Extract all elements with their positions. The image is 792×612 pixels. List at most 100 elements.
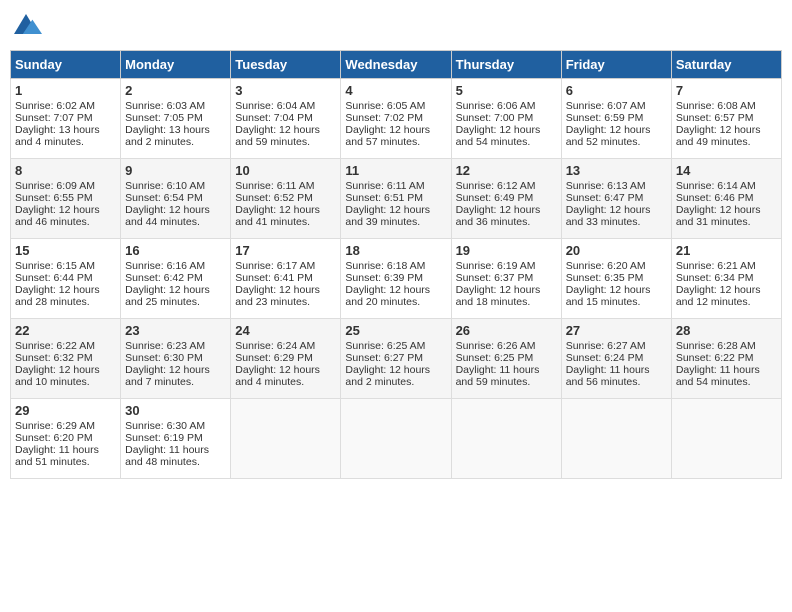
table-row: 15 Sunrise: 6:15 AM Sunset: 6:44 PM Dayl… (11, 239, 121, 319)
table-row: 7 Sunrise: 6:08 AM Sunset: 6:57 PM Dayli… (671, 79, 781, 159)
sunrise-label: Sunrise: 6:05 AM (345, 100, 425, 112)
day-number: 13 (566, 163, 667, 178)
table-row (561, 399, 671, 479)
sunset-label: Sunset: 6:54 PM (125, 192, 203, 204)
daylight-label: Daylight: 12 hours and 25 minutes. (125, 284, 210, 308)
table-row: 28 Sunrise: 6:28 AM Sunset: 6:22 PM Dayl… (671, 319, 781, 399)
table-row: 9 Sunrise: 6:10 AM Sunset: 6:54 PM Dayli… (121, 159, 231, 239)
day-number: 25 (345, 323, 446, 338)
calendar-week-row: 29 Sunrise: 6:29 AM Sunset: 6:20 PM Dayl… (11, 399, 782, 479)
daylight-label: Daylight: 12 hours and 18 minutes. (456, 284, 541, 308)
sunset-label: Sunset: 6:39 PM (345, 272, 423, 284)
daylight-label: Daylight: 11 hours and 54 minutes. (676, 364, 760, 388)
daylight-label: Daylight: 12 hours and 49 minutes. (676, 124, 761, 148)
sunrise-label: Sunrise: 6:26 AM (456, 340, 536, 352)
daylight-label: Daylight: 13 hours and 2 minutes. (125, 124, 210, 148)
day-number: 17 (235, 243, 336, 258)
sunset-label: Sunset: 6:25 PM (456, 352, 534, 364)
sunrise-label: Sunrise: 6:11 AM (235, 180, 314, 192)
sunset-label: Sunset: 6:24 PM (566, 352, 644, 364)
day-number: 28 (676, 323, 777, 338)
sunset-label: Sunset: 6:27 PM (345, 352, 423, 364)
table-row: 12 Sunrise: 6:12 AM Sunset: 6:49 PM Dayl… (451, 159, 561, 239)
calendar-week-row: 15 Sunrise: 6:15 AM Sunset: 6:44 PM Dayl… (11, 239, 782, 319)
sunset-label: Sunset: 6:46 PM (676, 192, 754, 204)
sunset-label: Sunset: 7:00 PM (456, 112, 534, 124)
table-row: 8 Sunrise: 6:09 AM Sunset: 6:55 PM Dayli… (11, 159, 121, 239)
sunset-label: Sunset: 6:42 PM (125, 272, 203, 284)
sunrise-label: Sunrise: 6:25 AM (345, 340, 425, 352)
daylight-label: Daylight: 12 hours and 31 minutes. (676, 204, 761, 228)
daylight-label: Daylight: 12 hours and 39 minutes. (345, 204, 430, 228)
day-number: 18 (345, 243, 446, 258)
sunrise-label: Sunrise: 6:04 AM (235, 100, 315, 112)
table-row (341, 399, 451, 479)
sunrise-label: Sunrise: 6:14 AM (676, 180, 756, 192)
sunset-label: Sunset: 6:20 PM (15, 432, 93, 444)
daylight-label: Daylight: 12 hours and 20 minutes. (345, 284, 430, 308)
table-row: 16 Sunrise: 6:16 AM Sunset: 6:42 PM Dayl… (121, 239, 231, 319)
col-friday: Friday (561, 51, 671, 79)
table-row: 29 Sunrise: 6:29 AM Sunset: 6:20 PM Dayl… (11, 399, 121, 479)
sunrise-label: Sunrise: 6:03 AM (125, 100, 205, 112)
daylight-label: Daylight: 13 hours and 4 minutes. (15, 124, 100, 148)
sunrise-label: Sunrise: 6:08 AM (676, 100, 756, 112)
table-row (671, 399, 781, 479)
daylight-label: Daylight: 12 hours and 41 minutes. (235, 204, 320, 228)
day-number: 19 (456, 243, 557, 258)
daylight-label: Daylight: 12 hours and 7 minutes. (125, 364, 210, 388)
day-number: 7 (676, 83, 777, 98)
day-number: 23 (125, 323, 226, 338)
day-number: 12 (456, 163, 557, 178)
page-header (10, 10, 782, 42)
daylight-label: Daylight: 12 hours and 44 minutes. (125, 204, 210, 228)
table-row: 24 Sunrise: 6:24 AM Sunset: 6:29 PM Dayl… (231, 319, 341, 399)
day-number: 2 (125, 83, 226, 98)
day-number: 14 (676, 163, 777, 178)
sunrise-label: Sunrise: 6:13 AM (566, 180, 646, 192)
sunset-label: Sunset: 6:57 PM (676, 112, 754, 124)
calendar-week-row: 22 Sunrise: 6:22 AM Sunset: 6:32 PM Dayl… (11, 319, 782, 399)
daylight-label: Daylight: 11 hours and 48 minutes. (125, 444, 209, 468)
day-number: 10 (235, 163, 336, 178)
calendar-week-row: 8 Sunrise: 6:09 AM Sunset: 6:55 PM Dayli… (11, 159, 782, 239)
sunrise-label: Sunrise: 6:10 AM (125, 180, 205, 192)
sunset-label: Sunset: 6:29 PM (235, 352, 313, 364)
col-wednesday: Wednesday (341, 51, 451, 79)
sunset-label: Sunset: 6:47 PM (566, 192, 644, 204)
sunrise-label: Sunrise: 6:12 AM (456, 180, 536, 192)
day-number: 1 (15, 83, 116, 98)
sunset-label: Sunset: 6:51 PM (345, 192, 423, 204)
sunrise-label: Sunrise: 6:06 AM (456, 100, 536, 112)
sunset-label: Sunset: 6:32 PM (15, 352, 93, 364)
table-row: 30 Sunrise: 6:30 AM Sunset: 6:19 PM Dayl… (121, 399, 231, 479)
table-row: 27 Sunrise: 6:27 AM Sunset: 6:24 PM Dayl… (561, 319, 671, 399)
sunrise-label: Sunrise: 6:28 AM (676, 340, 756, 352)
table-row: 20 Sunrise: 6:20 AM Sunset: 6:35 PM Dayl… (561, 239, 671, 319)
day-number: 29 (15, 403, 116, 418)
table-row: 10 Sunrise: 6:11 AM Sunset: 6:52 PM Dayl… (231, 159, 341, 239)
day-number: 22 (15, 323, 116, 338)
daylight-label: Daylight: 12 hours and 23 minutes. (235, 284, 320, 308)
sunset-label: Sunset: 6:52 PM (235, 192, 313, 204)
daylight-label: Daylight: 12 hours and 33 minutes. (566, 204, 651, 228)
sunrise-label: Sunrise: 6:16 AM (125, 260, 205, 272)
sunset-label: Sunset: 7:04 PM (235, 112, 313, 124)
sunset-label: Sunset: 6:41 PM (235, 272, 313, 284)
sunrise-label: Sunrise: 6:18 AM (345, 260, 425, 272)
daylight-label: Daylight: 11 hours and 56 minutes. (566, 364, 650, 388)
sunset-label: Sunset: 6:49 PM (456, 192, 534, 204)
day-number: 30 (125, 403, 226, 418)
day-number: 16 (125, 243, 226, 258)
day-number: 8 (15, 163, 116, 178)
sunset-label: Sunset: 7:07 PM (15, 112, 93, 124)
table-row: 6 Sunrise: 6:07 AM Sunset: 6:59 PM Dayli… (561, 79, 671, 159)
sunrise-label: Sunrise: 6:20 AM (566, 260, 646, 272)
daylight-label: Daylight: 12 hours and 36 minutes. (456, 204, 541, 228)
sunrise-label: Sunrise: 6:15 AM (15, 260, 95, 272)
col-thursday: Thursday (451, 51, 561, 79)
calendar-week-row: 1 Sunrise: 6:02 AM Sunset: 7:07 PM Dayli… (11, 79, 782, 159)
sunset-label: Sunset: 7:05 PM (125, 112, 203, 124)
daylight-label: Daylight: 12 hours and 57 minutes. (345, 124, 430, 148)
sunrise-label: Sunrise: 6:11 AM (345, 180, 424, 192)
